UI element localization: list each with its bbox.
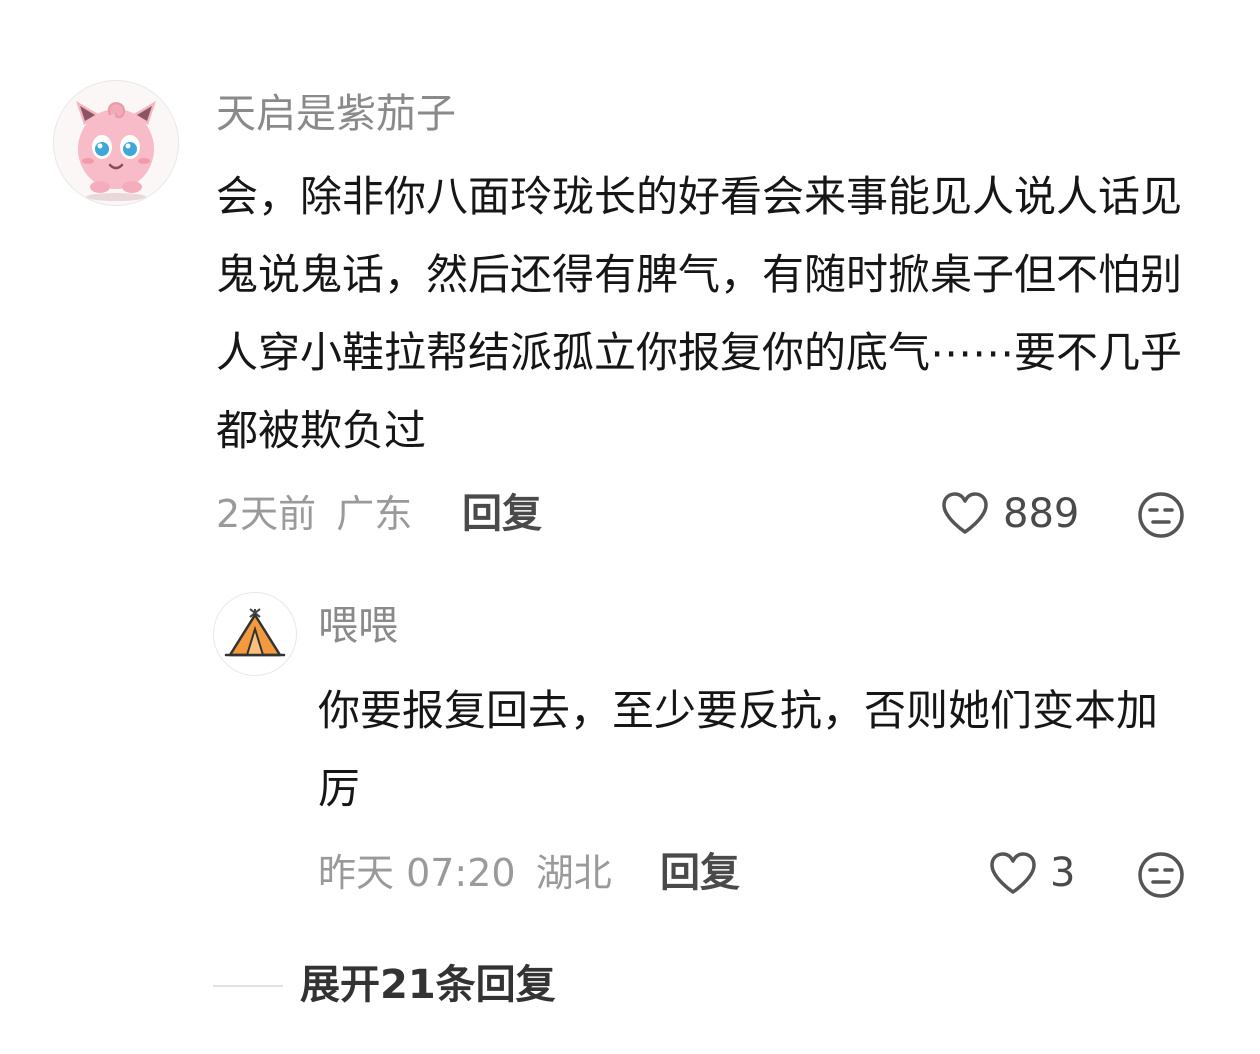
heart-outline-icon bbox=[990, 852, 1036, 894]
expand-divider bbox=[213, 985, 283, 987]
comment-like-button[interactable] bbox=[940, 490, 990, 538]
reply-meta: 昨天 07:20 湖北 bbox=[318, 850, 612, 896]
reply-like-count: 3 bbox=[1050, 850, 1076, 896]
reply-item: 喂喂 你要报复回去，至少要反抗，否则她们变本加厉 昨天 07:20 湖北 回复 … bbox=[0, 580, 1260, 920]
comment-reply-button[interactable]: 回复 bbox=[462, 491, 542, 537]
reply-like-button[interactable] bbox=[988, 850, 1038, 898]
comment-username[interactable]: 天启是紫茄子 bbox=[216, 90, 456, 138]
comment-meta: 2天前 广东 bbox=[216, 491, 412, 537]
reply-location: 湖北 bbox=[535, 851, 612, 895]
comment-location: 广东 bbox=[336, 492, 413, 536]
comment-item: 天启是紫茄子 会，除非你八面玲珑长的好看会来事能见人说人话见鬼说鬼话，然后还得有… bbox=[0, 0, 1260, 560]
reply-avatar[interactable] bbox=[213, 592, 297, 676]
reply-emoji-button[interactable] bbox=[1136, 850, 1186, 900]
expand-replies-button[interactable]: 展开21条回复 bbox=[300, 961, 556, 1009]
reply-username[interactable]: 喂喂 bbox=[318, 602, 398, 650]
comment-like-count: 889 bbox=[1003, 491, 1080, 537]
neutral-face-icon bbox=[1138, 492, 1184, 538]
reply-reply-button[interactable]: 回复 bbox=[660, 850, 740, 896]
neutral-face-icon bbox=[1138, 852, 1184, 898]
tent-avatar-icon bbox=[224, 608, 286, 657]
reply-time: 昨天 07:20 bbox=[318, 851, 516, 895]
comment-content: 会，除非你八面玲珑长的好看会来事能见人说人话见鬼说鬼话，然后还得有脾气，有随时掀… bbox=[216, 172, 1183, 455]
heart-outline-icon bbox=[942, 492, 988, 534]
comment-emoji-button[interactable] bbox=[1136, 490, 1186, 540]
comment-avatar[interactable] bbox=[53, 80, 179, 206]
comment-time: 2天前 bbox=[216, 492, 317, 536]
reply-content: 你要报复回去，至少要反抗，否则她们变本加厉 bbox=[318, 686, 1159, 813]
jigglypuff-avatar-icon bbox=[76, 101, 156, 201]
